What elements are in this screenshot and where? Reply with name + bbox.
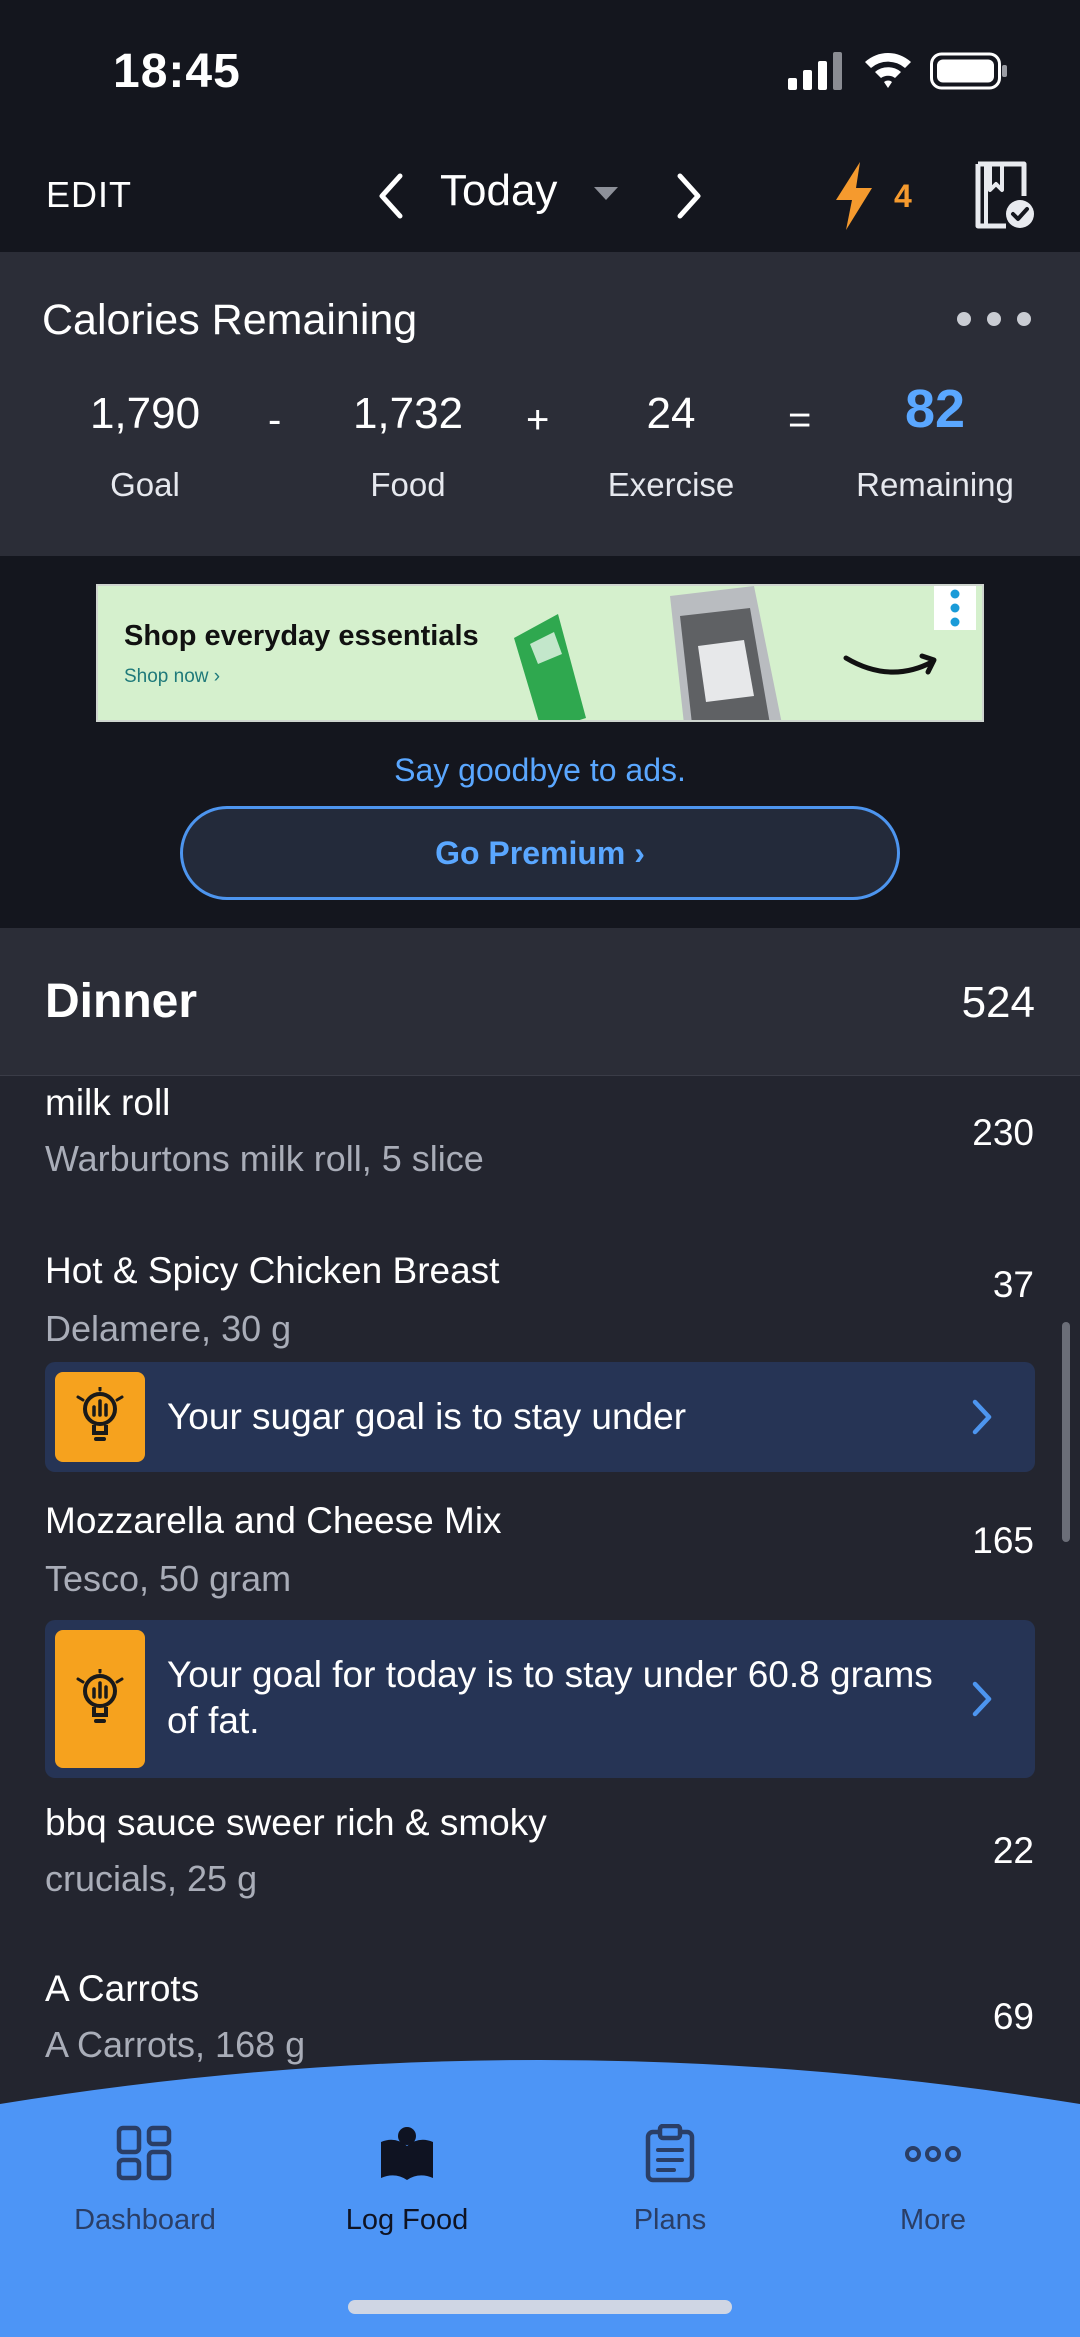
streak-button[interactable]: 4: [826, 158, 926, 234]
exercise-value: 24: [646, 389, 696, 438]
food-item[interactable]: Mozzarella and Cheese Mix Tesco, 50 gram…: [0, 1486, 1080, 1616]
meal-calories: 524: [961, 978, 1035, 1027]
edit-button[interactable]: EDIT: [46, 174, 132, 216]
plus-operator: +: [526, 398, 550, 442]
ad-options-button[interactable]: [934, 586, 976, 630]
scrollbar[interactable]: [1062, 1322, 1070, 1542]
tab-label: Dashboard: [74, 2204, 216, 2236]
chevron-right-icon: [972, 1399, 992, 1435]
food-name: Hot & Spicy Chicken Breast: [45, 1250, 500, 1291]
log-food-book-icon: [381, 2127, 433, 2180]
food-name: milk roll: [45, 1082, 171, 1123]
food-calories: 165: [972, 1520, 1034, 1561]
ad-shop-now-link[interactable]: Shop now ›: [124, 666, 220, 688]
food-description: Tesco, 50 gram: [45, 1558, 292, 1599]
remaining-value: 82: [904, 379, 966, 439]
kebab-menu-icon: [950, 589, 960, 627]
lightning-icon: [836, 162, 872, 230]
remaining-label: Remaining: [856, 466, 1014, 503]
say-goodbye-to-ads-text: Say goodbye to ads.: [394, 752, 686, 788]
lightbulb-icon: [76, 1387, 124, 1441]
dashboard-grid-icon: [116, 2125, 172, 2181]
calories-title: Calories Remaining: [42, 296, 418, 344]
exercise-label: Exercise: [607, 466, 735, 503]
tab-log-food[interactable]: Log Food: [297, 2124, 517, 2274]
diary-screen: 18:45 EDIT Today 4 Calories Remaining 1,…: [0, 0, 1080, 2337]
ad-product-carton-image: [670, 586, 782, 720]
food-item[interactable]: Hot & Spicy Chicken Breast Delamere, 30 …: [0, 1236, 1080, 1366]
tip-icon-badge: [55, 1630, 145, 1768]
food-value: 1,732: [352, 389, 464, 438]
ad-banner[interactable]: Shop everyday essentials Shop now ›: [96, 584, 984, 722]
food-description: Delamere, 30 g: [45, 1308, 292, 1349]
goal-column: 1,790 Goal: [70, 392, 220, 504]
ad-product-tube-image: [514, 614, 586, 720]
goal-value: 1,790: [89, 389, 201, 438]
wifi-icon: [865, 53, 911, 88]
more-options-icon[interactable]: [955, 310, 1033, 328]
caret-down-icon[interactable]: [592, 184, 620, 202]
home-indicator[interactable]: [348, 2300, 732, 2314]
chevron-left-icon[interactable]: [372, 170, 412, 222]
top-navigation: EDIT Today 4: [0, 140, 1080, 252]
chevron-right-icon[interactable]: [668, 170, 708, 222]
tab-label: Plans: [633, 2204, 707, 2236]
date-selector[interactable]: Today: [440, 166, 557, 216]
food-name: bbq sauce sweer rich & smoky: [45, 1802, 547, 1843]
goal-label: Goal: [110, 466, 180, 503]
minus-operator: -: [268, 398, 282, 442]
food-calories: 69: [992, 1996, 1034, 2037]
lightbulb-icon: [76, 1669, 124, 1723]
ad-section: Shop everyday essentials Shop now › Say …: [0, 556, 1080, 928]
food-calories: 22: [992, 1830, 1034, 1871]
meal-name: Dinner: [45, 975, 198, 1028]
amazon-smile-logo: [843, 653, 937, 675]
tab-label: More: [899, 2204, 967, 2236]
tip-icon-badge: [55, 1372, 145, 1462]
food-label: Food: [370, 466, 446, 503]
food-item[interactable]: bbq sauce sweer rich & smoky crucials, 2…: [0, 1788, 1080, 1918]
tab-more[interactable]: More: [823, 2124, 1043, 2274]
food-list: milk roll Warburtons milk roll, 5 slice …: [0, 1076, 1080, 2076]
battery-icon: [930, 52, 1007, 90]
food-calories: 230: [972, 1112, 1034, 1153]
food-item[interactable]: milk roll Warburtons milk roll, 5 slice …: [0, 1076, 1080, 1206]
ad-title: Shop everyday essentials: [124, 620, 479, 652]
chevron-right-icon: [972, 1681, 992, 1717]
food-column: 1,732 Food: [333, 392, 483, 504]
nutrition-tip-fat[interactable]: Your goal for today is to stay under 60.…: [45, 1620, 1035, 1778]
food-name: A Carrots: [45, 1968, 200, 2009]
bottom-tab-bar: Dashboard Log Food Plans More: [0, 2060, 1080, 2337]
tab-dashboard[interactable]: Dashboard: [35, 2124, 255, 2274]
meal-header-dinner[interactable]: Dinner 524: [0, 928, 1080, 1076]
nutrition-tip-sugar[interactable]: Your sugar goal is to stay under: [45, 1362, 1035, 1472]
tab-label: Log Food: [345, 2204, 469, 2236]
equals-operator: =: [788, 398, 812, 442]
exercise-column: 24 Exercise: [591, 392, 751, 504]
tip-text: Your goal for today is to stay under 60.…: [167, 1654, 933, 1741]
clipboard-icon: [645, 2124, 695, 2183]
tip-text: Your sugar goal is to stay under: [167, 1396, 687, 1437]
food-name: Mozzarella and Cheese Mix: [45, 1500, 502, 1541]
status-bar: 18:45: [0, 0, 1080, 140]
go-premium-button[interactable]: Go Premium ›: [180, 806, 900, 900]
streak-count: 4: [894, 178, 912, 214]
food-calories: 37: [992, 1264, 1034, 1305]
status-time: 18:45: [113, 45, 241, 98]
cellular-signal-icon: [788, 52, 842, 90]
diary-complete-icon[interactable]: [972, 160, 1036, 230]
food-description: crucials, 25 g: [45, 1858, 258, 1899]
food-description: Warburtons milk roll, 5 slice: [45, 1138, 484, 1179]
go-premium-label: Go Premium ›: [435, 835, 645, 871]
more-dots-icon: [905, 2146, 961, 2162]
calories-remaining-card[interactable]: Calories Remaining 1,790 Goal - 1,732 Fo…: [0, 252, 1080, 556]
tab-plans[interactable]: Plans: [560, 2124, 780, 2274]
remaining-column: 82 Remaining: [845, 382, 1025, 504]
